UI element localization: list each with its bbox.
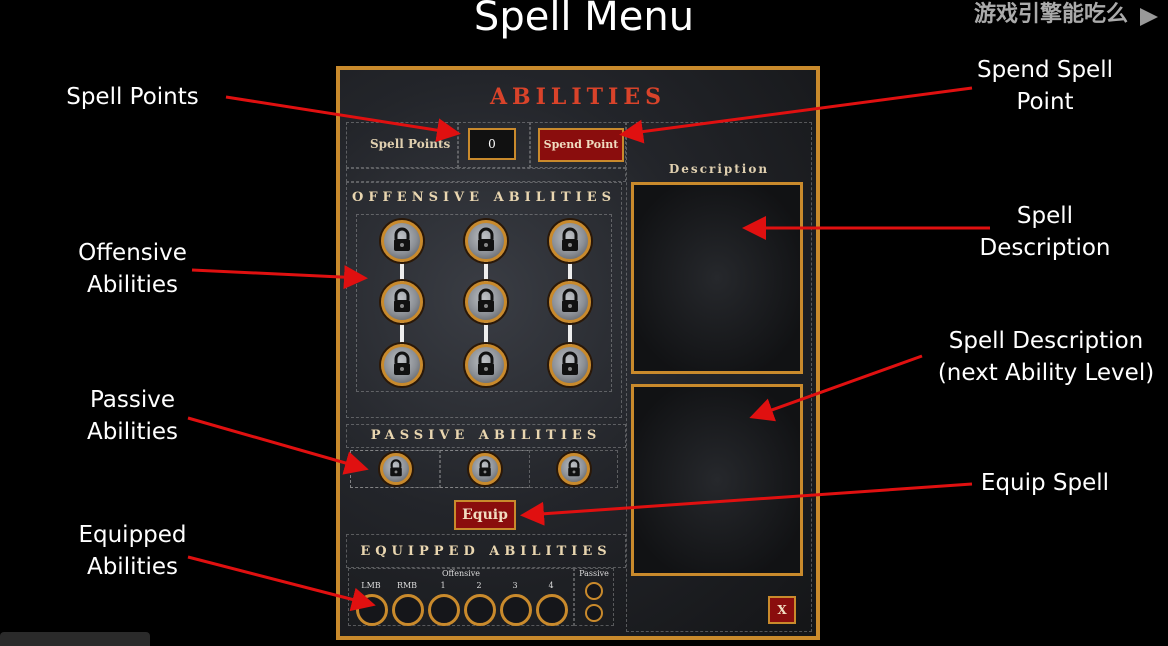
arrow-offensive [191, 265, 368, 290]
arrow-equip [520, 482, 973, 526]
arrow-equipped [187, 555, 376, 612]
arrow-next-description [749, 354, 923, 422]
arrow-spend [619, 86, 973, 144]
callout-arrows [187, 86, 990, 612]
taskbar-fragment [0, 632, 150, 646]
arrow-spell-points [225, 95, 461, 143]
arrow-passive [187, 416, 369, 475]
